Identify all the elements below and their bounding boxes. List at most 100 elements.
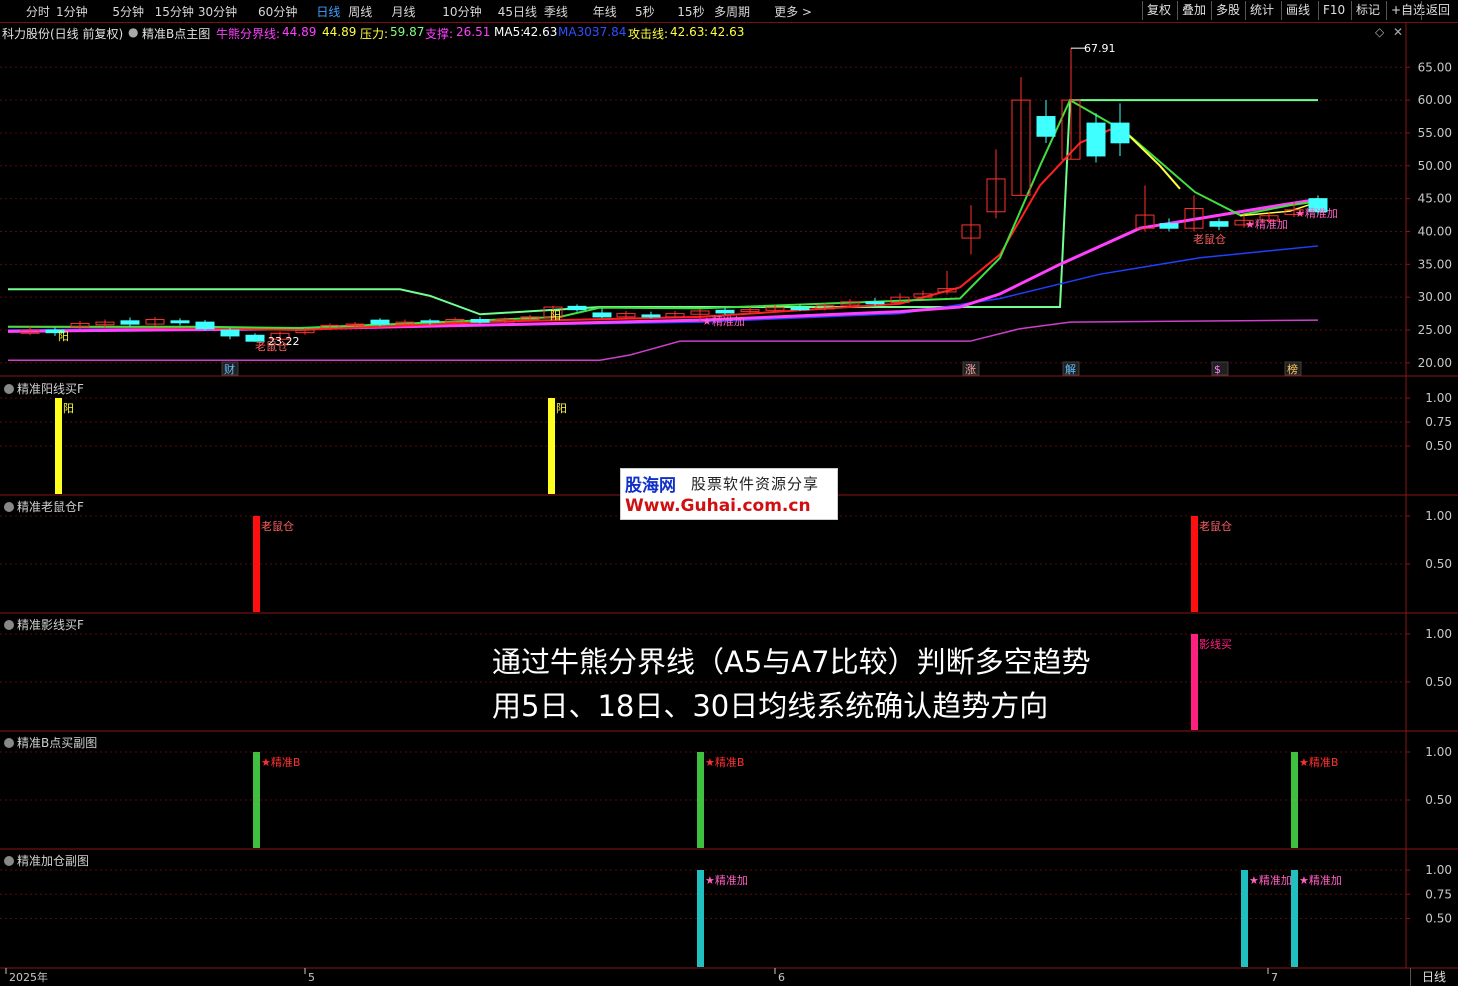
panel-toggle-icon[interactable] bbox=[4, 620, 14, 630]
y-tick-label: 20.00 bbox=[1418, 356, 1452, 370]
panel-toggle-icon[interactable] bbox=[4, 502, 14, 512]
panel-title-0[interactable]: 精准阳线买F bbox=[4, 380, 84, 397]
signal-bar-label: 老鼠仓 bbox=[1199, 519, 1232, 533]
candle-body bbox=[120, 320, 140, 325]
signal-bar-label: ★精准B bbox=[261, 756, 300, 769]
signal-bar-label: ★精准加 bbox=[705, 874, 748, 887]
signal-bar bbox=[253, 516, 260, 612]
period-status[interactable]: 日线 bbox=[1410, 968, 1457, 986]
panel-toggle-icon[interactable] bbox=[4, 384, 14, 394]
peak-price-label: 67.91 bbox=[1084, 42, 1116, 55]
main-signal-jzj: ★精准加 bbox=[1295, 207, 1338, 220]
x-tick-label: 2025年 bbox=[9, 970, 48, 984]
panel-tick-label: 1.00 bbox=[1425, 627, 1452, 641]
watermark: 股海网 股票软件资源分享 Www.Guhai.com.cn bbox=[620, 468, 838, 520]
x-tick-label: 6 bbox=[778, 971, 785, 984]
y-tick-label: 35.00 bbox=[1418, 257, 1452, 271]
panel-title-2[interactable]: 精准影线买F bbox=[4, 616, 84, 633]
y-tick-label: 60.00 bbox=[1418, 93, 1452, 107]
y-tick-label: 65.00 bbox=[1418, 60, 1452, 74]
bull-bear-line bbox=[7, 197, 1319, 333]
main-signal-jzj: ★精准加 bbox=[1245, 218, 1288, 231]
main-signal-yang: 阳 bbox=[550, 309, 561, 322]
y-tick-label: 25.00 bbox=[1418, 323, 1452, 337]
panel-title-text: 精准加仓副图 bbox=[17, 854, 90, 868]
panel-tick-label: 0.50 bbox=[1425, 439, 1452, 453]
attack-yellow-segment bbox=[1124, 130, 1181, 190]
main-signal-mouse: 老鼠仓 bbox=[1193, 232, 1226, 246]
candle-body bbox=[1036, 116, 1056, 137]
signal-bar-label: ★精准加 bbox=[1299, 874, 1342, 887]
candle-body bbox=[1159, 223, 1179, 229]
signal-bar-label: 阳 bbox=[556, 402, 567, 415]
watermark-slogan: 股票软件资源分享 bbox=[691, 475, 820, 493]
panel-tick-label: 0.75 bbox=[1425, 887, 1452, 901]
event-badge-label: $ bbox=[1214, 363, 1221, 376]
candle-body bbox=[370, 319, 390, 325]
candle-body bbox=[195, 321, 215, 330]
candle-body bbox=[220, 329, 240, 337]
candle-body bbox=[470, 319, 490, 323]
panel-title-3[interactable]: 精准B点买副图 bbox=[4, 734, 97, 751]
panel-tick-label: 0.75 bbox=[1425, 415, 1452, 429]
y-tick-label: 40.00 bbox=[1418, 224, 1452, 238]
caption-line-2: 用5日、18日、30日均线系统确认趋势方向 bbox=[492, 689, 1049, 723]
signal-bar bbox=[697, 870, 704, 967]
signal-bar bbox=[253, 752, 260, 848]
panel-tick-label: 1.00 bbox=[1425, 391, 1452, 405]
x-tick-label: 7 bbox=[1271, 971, 1278, 984]
panel-toggle-icon[interactable] bbox=[4, 738, 14, 748]
event-badge-label: 解 bbox=[1065, 362, 1076, 376]
candle-body bbox=[567, 305, 587, 311]
signal-bar bbox=[1241, 870, 1248, 967]
event-badge-label: 涨 bbox=[965, 363, 976, 376]
candle-body bbox=[715, 309, 735, 314]
panel-toggle-icon[interactable] bbox=[4, 856, 14, 866]
signal-bar bbox=[1291, 870, 1298, 967]
panel-title-text: 精准B点买副图 bbox=[17, 736, 98, 750]
panel-title-text: 精准影线买F bbox=[17, 618, 84, 632]
panel-tick-label: 0.50 bbox=[1425, 557, 1452, 571]
main-signal-mouse: 老鼠仓 bbox=[255, 339, 288, 353]
event-badge-label: 榜 bbox=[1287, 362, 1298, 376]
watermark-url: Www.Guhai.com.cn bbox=[625, 496, 811, 516]
signal-bar bbox=[548, 398, 555, 494]
candle-body bbox=[1110, 122, 1130, 144]
candle-body bbox=[865, 301, 885, 305]
signal-bar-label: ★精准加 bbox=[1249, 874, 1292, 887]
signal-bar-label: 老鼠仓 bbox=[261, 519, 294, 533]
candle-body bbox=[790, 307, 810, 311]
panel-title-text: 精准阳线买F bbox=[17, 382, 84, 396]
panel-title-1[interactable]: 精准老鼠仓F bbox=[4, 498, 84, 515]
signal-bar bbox=[1191, 516, 1198, 612]
panel-tick-label: 1.00 bbox=[1425, 745, 1452, 759]
panel-tick-label: 0.50 bbox=[1425, 912, 1452, 926]
signal-bar-label: ★精准B bbox=[705, 756, 744, 769]
panel-tick-label: 0.50 bbox=[1425, 675, 1452, 689]
ma5-red-line bbox=[7, 128, 1126, 332]
signal-bar-label: 阳 bbox=[63, 402, 74, 415]
candle-body bbox=[1209, 221, 1229, 227]
candle-body bbox=[641, 314, 661, 318]
x-tick-label: 5 bbox=[308, 971, 315, 984]
candle-body bbox=[170, 320, 190, 324]
candle-body bbox=[420, 320, 440, 323]
signal-bar-label: 影线买 bbox=[1199, 637, 1232, 651]
candle-body bbox=[1086, 122, 1106, 157]
panel-tick-label: 1.00 bbox=[1425, 509, 1452, 523]
y-tick-label: 45.00 bbox=[1418, 192, 1452, 206]
y-tick-label: 30.00 bbox=[1418, 290, 1452, 304]
signal-bar bbox=[55, 398, 62, 494]
signal-bar bbox=[1291, 752, 1298, 848]
event-badge-label: 财 bbox=[224, 362, 235, 376]
caption-line-1: 通过牛熊分界线（A5与A7比较）判断多空趋势 bbox=[492, 645, 1091, 679]
watermark-brand: 股海网 bbox=[625, 476, 676, 496]
panel-title-text: 精准老鼠仓F bbox=[17, 500, 84, 514]
y-tick-label: 55.00 bbox=[1418, 126, 1452, 140]
panel-tick-label: 0.50 bbox=[1425, 793, 1452, 807]
main-signal-jzj: ★精准加 bbox=[702, 315, 745, 328]
caption-overlay: 通过牛熊分界线（A5与A7比较）判断多空趋势 用5日、18日、30日均线系统确认… bbox=[492, 640, 1091, 728]
signal-bar bbox=[697, 752, 704, 848]
signal-bar bbox=[1191, 634, 1198, 730]
panel-title-4[interactable]: 精准加仓副图 bbox=[4, 852, 89, 869]
